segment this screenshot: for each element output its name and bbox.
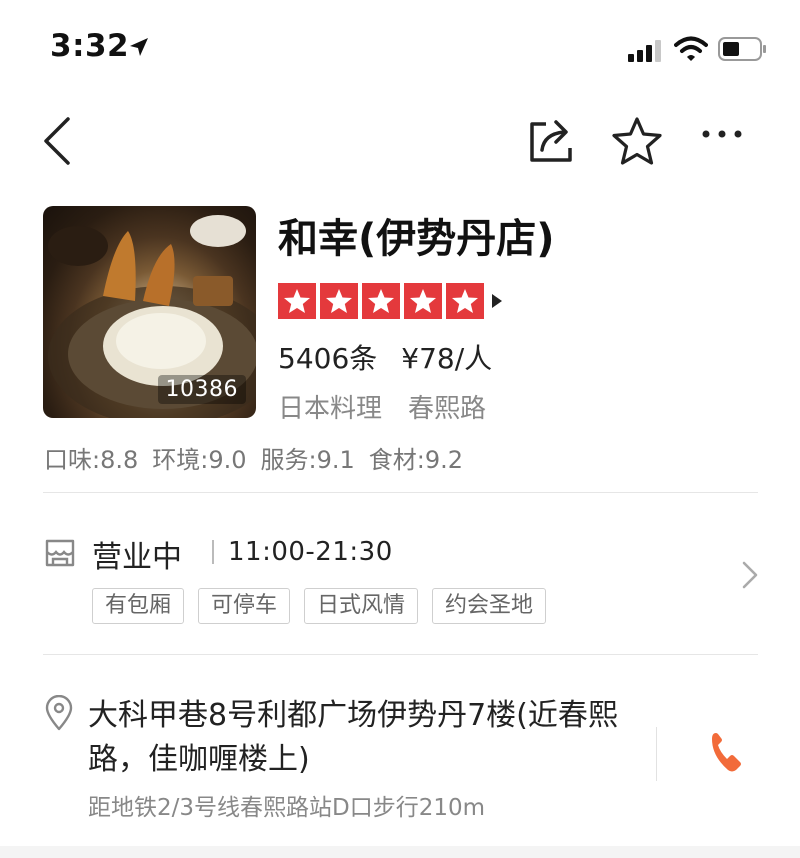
category-line: 日本料理 春熙路	[278, 388, 486, 425]
share-icon[interactable]	[526, 114, 576, 166]
status-separator	[212, 540, 214, 564]
score-taste: 口味:8.8	[44, 446, 139, 474]
review-price-line: 5406条 ¥78/人	[278, 337, 492, 377]
score-service: 服务:9.1	[260, 446, 355, 474]
section-gap	[0, 846, 800, 858]
rating-star-icon	[362, 283, 400, 319]
more-icon[interactable]	[700, 128, 744, 140]
feature-tag: 日式风情	[304, 588, 419, 624]
phone-icon[interactable]	[708, 730, 744, 774]
score-ingredients: 食材:9.2	[368, 446, 464, 474]
shop-name: 和幸(伊势丹店)	[278, 216, 555, 262]
storefront-icon	[45, 539, 75, 567]
favorite-star-icon[interactable]	[610, 116, 664, 166]
rating-stars[interactable]	[278, 283, 504, 319]
wifi-icon	[674, 36, 708, 61]
rating-star-icon	[278, 283, 316, 319]
feature-tags: 有包厢 可停车 日式风情 约会圣地	[92, 588, 547, 624]
divider	[43, 492, 758, 493]
district: 春熙路	[408, 394, 487, 424]
photo-count: 10386	[157, 375, 246, 404]
feature-tag: 可停车	[198, 588, 291, 624]
location-arrow-icon	[130, 38, 148, 56]
rating-star-icon	[404, 283, 442, 319]
feature-tag: 有包厢	[92, 588, 185, 624]
review-count[interactable]: 5406条	[278, 342, 377, 375]
back-chevron-icon[interactable]	[40, 115, 74, 167]
rating-star-icon	[446, 283, 484, 319]
avg-price: ¥78/人	[401, 342, 493, 375]
score-environment: 环境:9.0	[152, 446, 247, 474]
business-status: 营业中	[92, 540, 182, 575]
cellular-signal-icon	[628, 40, 661, 62]
business-hours: 11:00-21:30	[228, 537, 393, 567]
shop-address[interactable]: 大科甲巷8号利都广场伊势丹7楼(近春熙路，佳咖喱楼上)	[88, 694, 648, 782]
rating-star-icon	[320, 283, 358, 319]
vertical-divider	[656, 727, 657, 781]
status-time: 3:32	[50, 28, 130, 64]
location-pin-icon	[45, 695, 73, 731]
subway-distance: 距地铁2/3号线春熙路站D口步行210m	[88, 795, 486, 821]
triangle-right-icon	[492, 294, 502, 308]
shop-photo[interactable]: 10386	[43, 206, 256, 418]
score-line: 口味:8.8 环境:9.0 服务:9.1 食材:9.2	[44, 440, 463, 475]
battery-icon	[718, 37, 766, 61]
category: 日本料理	[278, 394, 383, 424]
divider	[43, 654, 758, 655]
chevron-right-icon[interactable]	[740, 560, 760, 590]
feature-tag: 约会圣地	[432, 588, 547, 624]
